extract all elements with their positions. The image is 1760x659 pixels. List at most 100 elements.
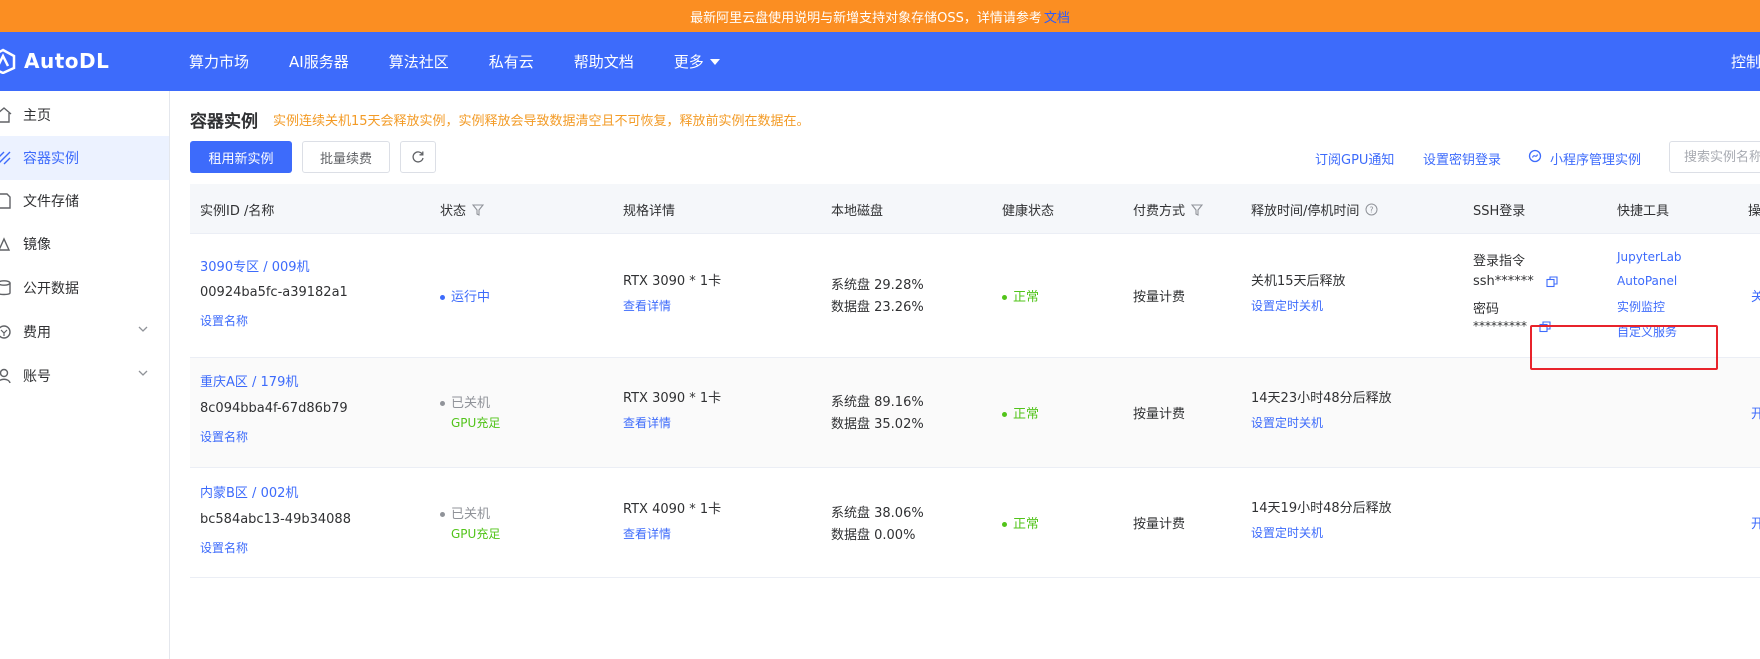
announcement-doc-link[interactable]: 文档 bbox=[1044, 7, 1070, 26]
health-status: 正常 bbox=[1002, 286, 1039, 305]
status-dot bbox=[440, 295, 445, 300]
data-disk-usage: 数据盘 0.00% bbox=[831, 528, 916, 543]
shutdown-action-link[interactable]: 关机 bbox=[1751, 286, 1760, 305]
table-row: 内蒙B区 / 002机 bc584abc13-49b34088 设置名称 已关机… bbox=[190, 467, 1760, 578]
nav-private-cloud[interactable]: 私有云 bbox=[489, 51, 534, 72]
power-on-action-link[interactable]: 开机 bbox=[1751, 403, 1760, 422]
instance-id: 8c094bba4f-67d86b79 bbox=[200, 401, 348, 416]
sidebar-item-containers[interactable]: 容器实例 bbox=[0, 136, 169, 180]
batch-renew-button[interactable]: 批量续费 bbox=[302, 141, 390, 173]
instance-name-link[interactable]: 重庆A区 / 179机 bbox=[200, 371, 298, 390]
nav-more[interactable]: 更多 bbox=[674, 51, 720, 72]
nav-algorithm-community[interactable]: 算法社区 bbox=[389, 51, 449, 72]
main-menu: 算力市场 AI服务器 算法社区 私有云 帮助文档 更多 bbox=[189, 32, 760, 91]
instance-id: 00924ba5fc-a39182a1 bbox=[200, 285, 348, 300]
password-label: 密码 bbox=[1473, 302, 1500, 317]
set-key-login-link[interactable]: 设置密钥登录 bbox=[1423, 149, 1501, 168]
power-on-action-link[interactable]: 开机 bbox=[1751, 513, 1760, 532]
sidebar-item-account[interactable]: 账号 bbox=[0, 354, 169, 398]
table-row: 3090专区 / 009机 00924ba5fc-a39182a1 设置名称 运… bbox=[190, 233, 1760, 358]
instance-name-link[interactable]: 内蒙B区 / 002机 bbox=[200, 482, 298, 501]
instance-name-link[interactable]: 3090专区 / 009机 bbox=[200, 256, 310, 275]
set-timed-shutdown-link[interactable]: 设置定时关机 bbox=[1251, 297, 1323, 314]
filter-icon[interactable] bbox=[472, 203, 485, 216]
filter-icon[interactable] bbox=[1191, 203, 1204, 216]
status-dot bbox=[440, 401, 445, 406]
jupyterlab-link[interactable]: JupyterLab bbox=[1617, 250, 1682, 264]
sidebar-item-home[interactable]: 主页 bbox=[0, 93, 169, 137]
copy-icon[interactable] bbox=[1546, 275, 1558, 288]
autodl-logo-icon bbox=[0, 48, 16, 74]
col-instance-id: 实例ID /名称 bbox=[200, 204, 275, 219]
status-stopped: 已关机 bbox=[440, 503, 490, 522]
billing-mode: 按量计费 bbox=[1133, 517, 1186, 532]
spec-text: RTX 3090 * 1卡 bbox=[623, 391, 722, 406]
highlight-annotation bbox=[1530, 325, 1718, 370]
sidebar-item-label: 容器实例 bbox=[23, 151, 79, 167]
nav-compute-market[interactable]: 算力市场 bbox=[189, 51, 249, 72]
data-disk-usage: 数据盘 35.02% bbox=[831, 417, 924, 432]
page-title: 容器实例 bbox=[190, 112, 258, 132]
system-disk-usage: 系统盘 38.06% bbox=[831, 506, 924, 521]
data-disk-usage: 数据盘 23.26% bbox=[831, 300, 924, 315]
top-navigation: AutoDL 算力市场 AI服务器 算法社区 私有云 帮助文档 更多 控制台 bbox=[0, 32, 1760, 91]
sidebar: 主页 容器实例 文件存储 镜像 公开数据 费用 账号 bbox=[0, 91, 170, 659]
col-quick-tools: 快捷工具 bbox=[1617, 204, 1670, 219]
col-local-disk: 本地磁盘 bbox=[831, 204, 884, 219]
spec-detail-link[interactable]: 查看详情 bbox=[623, 297, 671, 314]
system-disk-usage: 系统盘 89.16% bbox=[831, 395, 924, 410]
col-actions: 操作 bbox=[1748, 204, 1760, 219]
col-ssh: SSH登录 bbox=[1473, 204, 1526, 219]
col-status: 状态 bbox=[440, 200, 485, 219]
help-icon[interactable]: ? bbox=[1365, 203, 1378, 216]
table-row: 重庆A区 / 179机 8c094bba4f-67d86b79 设置名称 已关机… bbox=[190, 358, 1760, 468]
col-spec: 规格详情 bbox=[623, 204, 676, 219]
instance-monitor-link[interactable]: 实例监控 bbox=[1617, 298, 1665, 315]
miniapp-manage-link[interactable]: 小程序管理实例 bbox=[1550, 149, 1641, 168]
system-disk-usage: 系统盘 29.28% bbox=[831, 278, 924, 293]
nav-ai-server[interactable]: AI服务器 bbox=[289, 51, 349, 72]
set-name-link[interactable]: 设置名称 bbox=[200, 312, 248, 329]
subscribe-gpu-notice-link[interactable]: 订阅GPU通知 bbox=[1315, 149, 1394, 168]
status-dot bbox=[1002, 412, 1007, 417]
set-name-link[interactable]: 设置名称 bbox=[200, 539, 248, 556]
sidebar-item-costs[interactable]: 费用 bbox=[0, 310, 169, 354]
sidebar-item-label: 主页 bbox=[23, 108, 51, 124]
sidebar-item-label: 公开数据 bbox=[23, 281, 79, 297]
cost-icon bbox=[0, 325, 11, 339]
instance-id: bc584abc13-49b34088 bbox=[200, 512, 351, 527]
set-name-link[interactable]: 设置名称 bbox=[200, 428, 248, 445]
refresh-button[interactable] bbox=[400, 141, 436, 173]
sidebar-item-file-storage[interactable]: 文件存储 bbox=[0, 179, 169, 223]
spec-text: RTX 3090 * 1卡 bbox=[623, 274, 722, 289]
status-dot bbox=[1002, 522, 1007, 527]
instance-search-input[interactable] bbox=[1669, 141, 1760, 173]
set-timed-shutdown-link[interactable]: 设置定时关机 bbox=[1251, 414, 1323, 431]
spec-detail-link[interactable]: 查看详情 bbox=[623, 525, 671, 542]
status-dot bbox=[440, 512, 445, 517]
announcement-text: 最新阿里云盘使用说明与新增支持对象存储OSS，详情请参考 bbox=[690, 10, 1042, 26]
sidebar-item-images[interactable]: 镜像 bbox=[0, 222, 169, 266]
status-dot bbox=[1002, 295, 1007, 300]
sidebar-item-label: 账号 bbox=[23, 369, 51, 385]
miniapp-icon bbox=[1528, 149, 1542, 163]
set-timed-shutdown-link[interactable]: 设置定时关机 bbox=[1251, 524, 1323, 541]
spec-text: RTX 4090 * 1卡 bbox=[623, 502, 722, 517]
chevron-down-icon bbox=[138, 326, 148, 332]
gpu-availability: GPU充足 bbox=[451, 527, 501, 541]
chevron-down-icon bbox=[138, 370, 148, 376]
svg-text:?: ? bbox=[1370, 206, 1374, 215]
nav-console[interactable]: 控制台 bbox=[1731, 51, 1760, 72]
brand-logo[interactable]: AutoDL bbox=[0, 46, 109, 76]
home-icon bbox=[0, 107, 12, 123]
nav-help-docs[interactable]: 帮助文档 bbox=[574, 51, 634, 72]
spec-detail-link[interactable]: 查看详情 bbox=[623, 414, 671, 431]
sidebar-item-label: 费用 bbox=[23, 325, 51, 341]
autopanel-link[interactable]: AutoPanel bbox=[1617, 274, 1677, 288]
brand-name: AutoDL bbox=[24, 49, 110, 73]
gpu-availability: GPU充足 bbox=[451, 416, 501, 430]
rent-new-instance-button[interactable]: 租用新实例 bbox=[190, 141, 292, 173]
release-time: 关机15天后释放 bbox=[1251, 274, 1346, 289]
release-notice: 实例连续关机15天会释放实例，实例释放会导致数据清空且不可恢复，释放前实例在数据… bbox=[273, 114, 810, 129]
sidebar-item-public-data[interactable]: 公开数据 bbox=[0, 266, 169, 310]
